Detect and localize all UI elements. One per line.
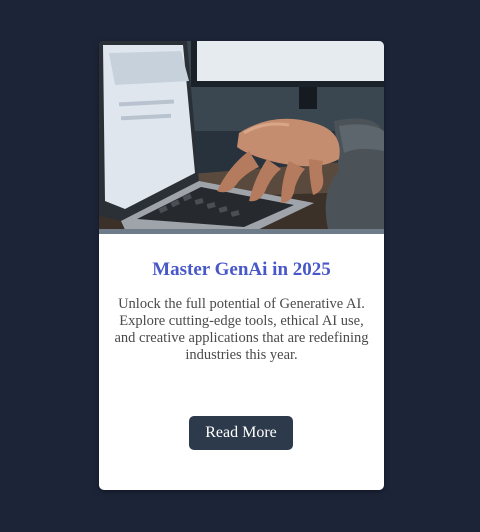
card-image <box>99 41 384 234</box>
course-card: Master GenAi in 2025 Unlock the full pot… <box>99 41 384 490</box>
read-more-button[interactable]: Read More <box>189 416 293 450</box>
card-description: Unlock the full potential of Generative … <box>114 296 369 363</box>
image-bottom-bar <box>99 229 384 234</box>
laptop-typing-photo <box>99 41 384 234</box>
card-title: Master GenAi in 2025 <box>152 259 331 280</box>
